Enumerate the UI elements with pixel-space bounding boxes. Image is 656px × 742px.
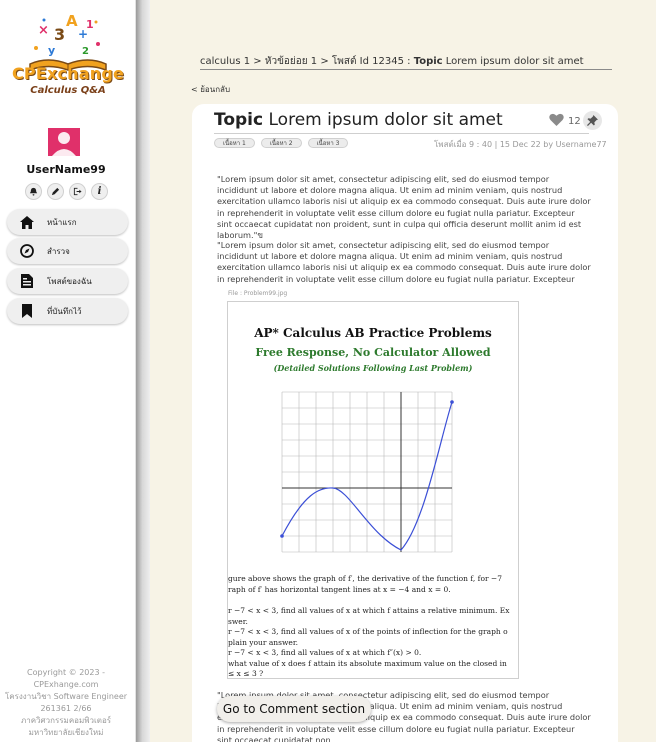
pencil-icon[interactable] [47,183,64,200]
sidebar-item-label: โพสต์ของฉัน [47,276,92,286]
pin-icon [587,111,598,130]
like-button[interactable]: 12 [549,113,581,129]
svg-text:y: y [48,44,55,57]
username: UserName99 [26,163,106,176]
tag[interactable]: เนื้อหา 1 [214,138,255,148]
attachment-text-line: r −7 < x < 3, find all values of x of th… [228,627,508,636]
like-count: 12 [568,115,581,127]
post-title-text: Lorem ipsum dolor sit amet [268,110,503,130]
sidebar: × 3 A + 1 y 2 CPExchange Calculus Q&A Us… [0,0,136,742]
tag[interactable]: เนื้อหา 2 [260,138,302,148]
attachment-text-line: r −7 < x < 3, find all values of x at wh… [228,648,422,657]
breadcrumb-topic: Lorem ipsum dolor sit amet [445,56,584,67]
derivative-graph [280,391,454,553]
post-title: Topic Lorem ipsum dolor sit amet [214,110,503,130]
document-icon [7,274,47,288]
footer-course-code: 261361 2/66 [40,704,92,713]
user-avatar-icon [52,132,76,156]
sidebar-item-my-posts[interactable]: โพสต์ของฉัน [7,268,128,294]
post-paragraph: "Lorem ipsum dolor sit amet, consectetur… [217,174,591,241]
title-divider [214,133,589,134]
logout-icon[interactable] [69,183,86,200]
heart-icon [549,113,564,129]
attachment-image[interactable]: AP* Calculus AB Practice Problems Free R… [227,301,519,679]
avatar[interactable] [48,128,80,156]
user-actions: i [25,183,108,200]
bell-icon[interactable] [25,183,42,200]
logo-wordmark: CPExchange [11,64,125,83]
tag[interactable]: เนื้อหา 3 [307,138,349,148]
breadcrumb-topic-word: Topic [413,56,443,67]
attachment-subheading: Free Response, No Calculator Allowed [255,346,491,359]
file-label: File : Problem99.jpg [228,290,288,297]
attachment-text-line: r −7 < x < 3, find all values of x at wh… [228,606,510,615]
footer-copyright: Copyright © 2023 - [27,668,105,677]
post-paragraph: "Lorem ipsum dolor sit amet, consectetur… [217,240,591,285]
bookmark-icon [7,304,47,318]
svg-text:2: 2 [82,46,89,57]
attachment-text-line: ≤ x ≤ 3 ? [228,669,264,678]
attachment-note: (Detailed Solutions Following Last Probl… [273,363,473,373]
attachment-text-line: gure above shows the graph of f′, the de… [228,574,502,583]
breadcrumb: calculus 1 > หัวข้อย่อย 1 > โพสต์ Id 123… [200,54,612,70]
sidebar-item-explore[interactable]: สำรวจ [7,238,128,264]
compass-icon [7,244,47,258]
attachment-text-line: what value of x does f attain its absolu… [228,659,507,668]
sidebar-item-home[interactable]: หน้าแรก [7,209,128,235]
attachment-heading: AP* Calculus AB Practice Problems [254,326,492,340]
logo-subtitle: Calculus Q&A [30,85,106,96]
post-card: Topic Lorem ipsum dolor sit amet 12 เนื้… [192,104,618,742]
post-meta: โพสต์เมื่อ 9 : 40 | 15 Dec 22 by Usernam… [434,140,607,149]
sidebar-item-label: หน้าแรก [47,217,77,227]
home-icon [7,215,47,229]
info-icon[interactable]: i [91,183,108,200]
footer-course: โครงงานวิชา Software Engineer [4,692,128,701]
footer-university: มหาวิทยาลัยเชียงใหม่ [28,728,104,737]
breadcrumb-course[interactable]: calculus 1 > [200,56,262,67]
svg-text:A: A [66,12,78,30]
sidebar-item-label: สำรวจ [47,246,70,256]
svg-text:1: 1 [86,18,94,31]
sidebar-item-saved[interactable]: ที่บันทึกไว้ [7,298,128,324]
sidebar-shadow [136,0,150,742]
svg-text:3: 3 [54,25,65,44]
svg-text:×: × [38,23,49,38]
post-title-topic: Topic [214,110,264,130]
footer-department: ภาควิศวกรรมคอมพิวเตอร์ [20,716,112,725]
go-to-comment-button[interactable]: Go to Comment section [217,696,371,722]
attachment-text-line: plain your answer. [228,638,298,647]
breadcrumb-subtopic[interactable]: หัวข้อย่อย 1 [265,56,317,67]
pin-button[interactable] [583,111,602,130]
back-link[interactable]: < ย้อนกลับ [191,83,230,96]
footer-site: CPExhange.com [33,680,99,689]
attachment-text-line: swer. [228,617,248,626]
breadcrumb-post-id: > โพสต์ Id 12345 : [320,56,411,67]
tag-list: เนื้อหา 1 เนื้อหา 2 เนื้อหา 3 [214,138,349,148]
attachment-text-line: raph of f′ has horizontal tangent lines … [228,585,451,594]
sidebar-item-label: ที่บันทึกไว้ [47,306,82,316]
